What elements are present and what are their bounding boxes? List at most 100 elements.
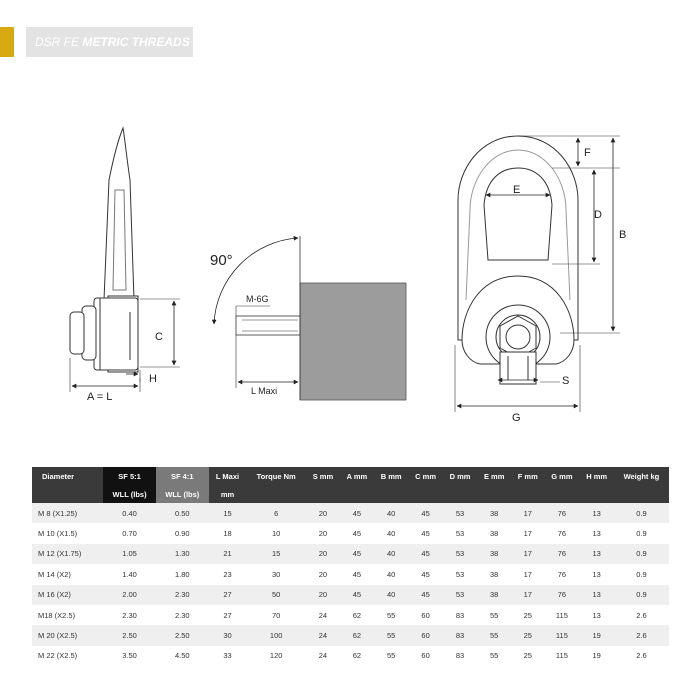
table-cell: M 20 (X2.5)	[32, 625, 104, 646]
table-cell: 76	[544, 564, 580, 585]
table-cell: 17	[511, 564, 545, 585]
technical-drawing: C H A = L 90° M-6G L Maxi F D B E S G	[0, 0, 700, 460]
table-cell: 60	[408, 625, 443, 646]
table-cell: 62	[339, 625, 374, 646]
table-cell: 45	[339, 543, 374, 565]
col-header-h: H mm	[579, 467, 614, 485]
subheader-lmaxi: mm	[208, 485, 247, 503]
table-cell: 19	[579, 645, 614, 667]
table-cell: 25	[511, 625, 545, 646]
table-cell: 40	[373, 523, 409, 544]
specification-table: Diameter SF 5:1 SF 4:1 L Maxi Torque Nm …	[32, 467, 669, 667]
table-cell: 38	[477, 543, 512, 565]
table-cell: 24	[306, 604, 340, 626]
col-header-c: C mm	[408, 467, 443, 485]
subheader-d	[442, 485, 478, 503]
table-cell: 45	[339, 523, 374, 544]
table-cell: 2.50	[155, 625, 209, 646]
table-cell: 55	[477, 645, 512, 667]
table-cell: 4.50	[155, 645, 209, 667]
table-cell: 20	[306, 564, 340, 585]
subheader-s	[306, 485, 340, 503]
angle-label: 90°	[210, 252, 233, 269]
table-cell: 53	[442, 564, 478, 585]
table-cell: 45	[408, 564, 443, 585]
table-cell: 45	[339, 564, 374, 585]
section-view	[235, 236, 407, 401]
table-cell: M18 (X2.5)	[32, 604, 104, 626]
table-cell: 2.30	[155, 604, 209, 626]
table-row: M 16 (X2) 2.00 2.30 27 50 20 45 40 45 53 38 17 76 13 0…	[32, 584, 669, 605]
table-row: M 12 (X1.75) 1.05 1.30 21 15 20 45 40 45 53 38 17 76…	[32, 543, 669, 565]
table-cell: 76	[544, 523, 580, 544]
table-cell: 1.80	[155, 564, 209, 585]
table-cell: 45	[408, 543, 443, 565]
col-header-lmaxi: L Maxi	[208, 467, 247, 485]
dim-b-label: B	[619, 229, 626, 241]
dim-d-label: D	[594, 209, 602, 221]
table-cell: 45	[339, 503, 374, 524]
table-cell: M 12 (X1.75)	[32, 543, 104, 565]
table-cell: 53	[442, 523, 478, 544]
table-cell: 2.6	[613, 625, 669, 646]
table-cell: 30	[246, 564, 306, 585]
table-cell: 19	[579, 625, 614, 646]
subheader-sf4: WLL (lbs)	[155, 485, 209, 503]
thread-label: M-6G	[246, 294, 269, 304]
col-header-g: G mm	[544, 467, 580, 485]
col-header-torque: Torque Nm	[246, 467, 306, 485]
table-cell: 55	[373, 625, 409, 646]
table-cell: M 14 (X2)	[32, 564, 104, 585]
col-header-f: F mm	[511, 467, 545, 485]
table-cell: 40	[373, 564, 409, 585]
table-cell: 115	[544, 604, 580, 626]
table-cell: 17	[511, 584, 545, 605]
dim-e-label: E	[513, 184, 520, 196]
table-cell: 20	[306, 584, 340, 605]
table-cell: 60	[408, 604, 443, 626]
table-cell: 83	[442, 604, 478, 626]
table-cell: 17	[511, 523, 545, 544]
table-cell: 70	[246, 604, 306, 626]
dim-f-label: F	[584, 147, 591, 159]
table-cell: 53	[442, 543, 478, 565]
table-cell: 60	[408, 645, 443, 667]
table-cell: 76	[544, 543, 580, 565]
table-cell: 76	[544, 584, 580, 605]
col-header-s: S mm	[306, 467, 340, 485]
table-cell: 2.50	[103, 625, 156, 646]
table-cell: 2.30	[103, 604, 156, 626]
table-cell: 55	[477, 625, 512, 646]
table-header-row: Diameter SF 5:1 SF 4:1 L Maxi Torque Nm …	[32, 467, 669, 485]
subheader-diameter	[32, 485, 104, 503]
subheader-torque	[246, 485, 306, 503]
table-cell: 50	[246, 584, 306, 605]
table-cell: 20	[306, 543, 340, 565]
col-header-a: A mm	[339, 467, 374, 485]
table-cell: 76	[544, 503, 580, 524]
table-row: M 10 (X1.5) 0.70 0.90 18 10 20 45 40 45 53 38 17 76 1…	[32, 523, 669, 544]
table-cell: 53	[442, 503, 478, 524]
table-cell: 27	[208, 604, 247, 626]
table-cell: 0.9	[613, 523, 669, 544]
table-cell: 120	[246, 645, 306, 667]
table-cell: 13	[579, 584, 614, 605]
subheader-f	[511, 485, 545, 503]
table-cell: 25	[511, 645, 545, 667]
table-cell: 45	[408, 503, 443, 524]
table-cell: 38	[477, 523, 512, 544]
table-cell: M 8 (X1.25)	[32, 503, 104, 524]
table-cell: 24	[306, 645, 340, 667]
table-cell: 0.50	[155, 503, 209, 524]
table-cell: 100	[246, 625, 306, 646]
table-cell: 0.9	[613, 503, 669, 524]
table-cell: 13	[579, 523, 614, 544]
table-subheader-row: WLL (lbs) WLL (lbs) mm	[32, 485, 669, 503]
subheader-g	[544, 485, 580, 503]
table-row: M 14 (X2) 1.40 1.80 23 30 20 45 40 45 53 38 17 76 13 0…	[32, 564, 669, 585]
table-cell: 30	[208, 625, 247, 646]
col-header-weight: Weight kg	[613, 467, 669, 485]
table-cell: 115	[544, 645, 580, 667]
table-cell: 62	[339, 645, 374, 667]
table-cell: 55	[373, 604, 409, 626]
